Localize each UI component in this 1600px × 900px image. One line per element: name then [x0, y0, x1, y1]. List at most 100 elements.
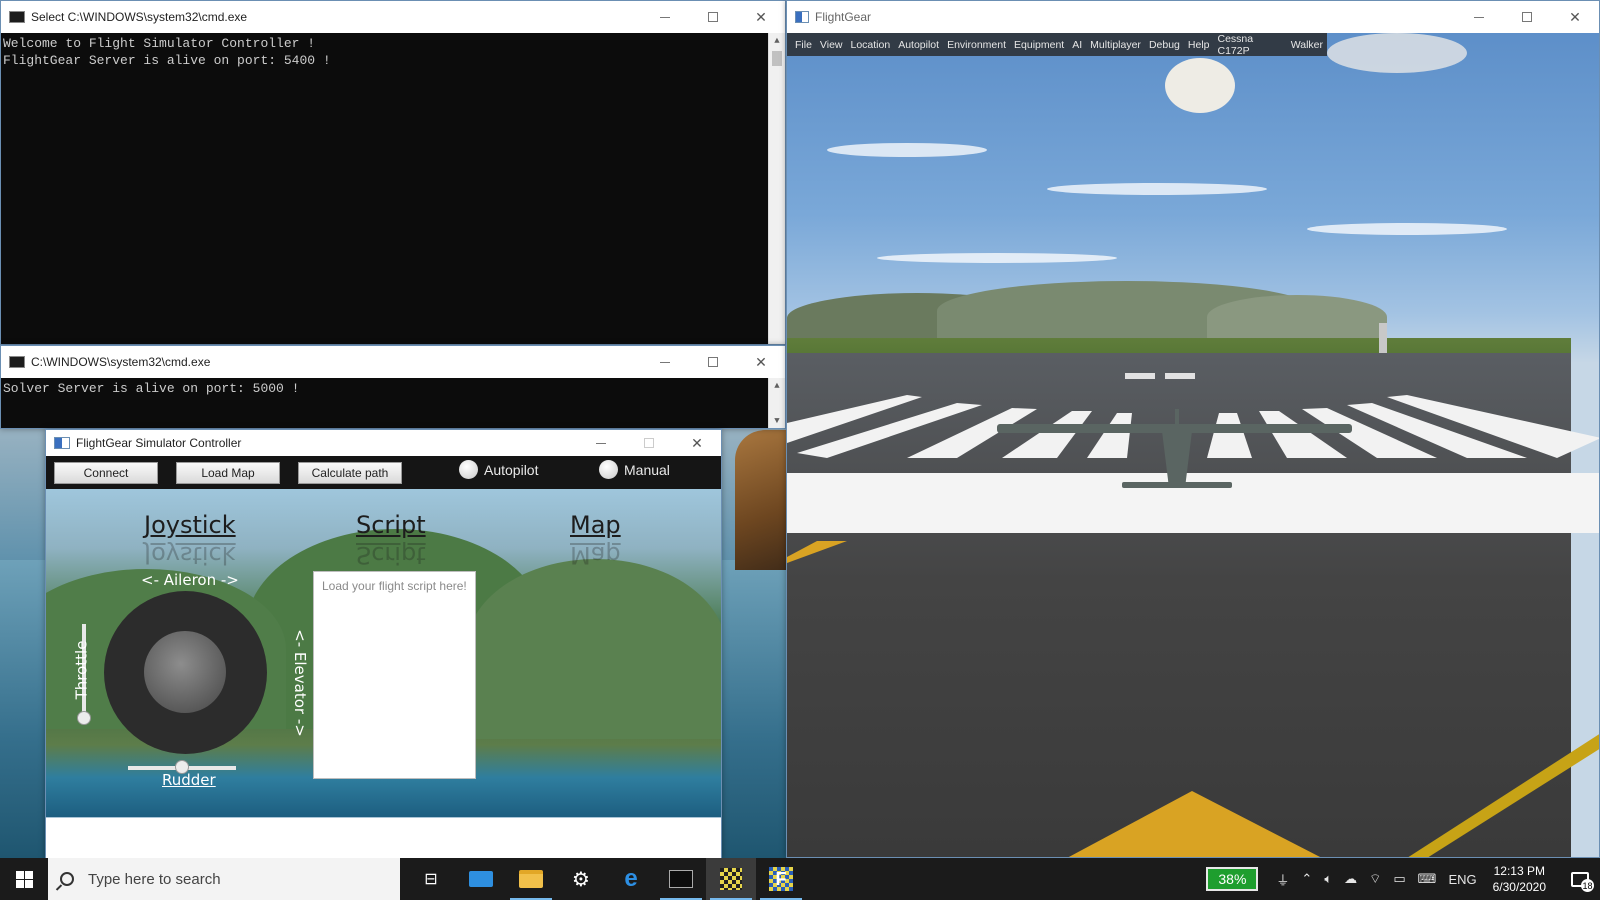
maximize-button[interactable]: [625, 430, 673, 456]
battery-icon[interactable]: ▭: [1393, 871, 1405, 887]
file-explorer-button[interactable]: [506, 858, 556, 900]
autopilot-radio[interactable]: Autopilot: [459, 460, 538, 479]
wifi-icon[interactable]: ⌔: [1369, 871, 1381, 887]
cmd1-console[interactable]: Welcome to Flight Simulator Controller !…: [1, 33, 785, 344]
console-line: Welcome to Flight Simulator Controller !: [3, 36, 316, 51]
task-view-button[interactable]: ⊟: [406, 858, 456, 900]
menu-multiplayer[interactable]: Multiplayer: [1090, 39, 1141, 51]
controller-titlebar[interactable]: FlightGear Simulator Controller ✕: [46, 430, 721, 456]
cmd2-title: C:\WINDOWS\system32\cmd.exe: [31, 355, 211, 369]
menu-view[interactable]: View: [820, 39, 843, 51]
flightgear-icon: [795, 11, 809, 23]
minimize-button[interactable]: [577, 430, 625, 456]
taskbar-search[interactable]: Type here to search: [48, 858, 400, 900]
flightgear-menubar: File View Location Autopilot Environment…: [787, 33, 1327, 57]
controller-app-button[interactable]: [706, 858, 756, 900]
mail-app-button[interactable]: [456, 858, 506, 900]
cmd-icon: [9, 356, 25, 368]
scroll-down-icon[interactable]: ▼: [769, 413, 785, 428]
mail-icon: [469, 871, 493, 887]
volume-icon[interactable]: 🔈︎: [1324, 871, 1332, 887]
controller-window[interactable]: FlightGear Simulator Controller ✕ Connec…: [45, 429, 722, 859]
joystick-heading: Joystick: [144, 511, 236, 539]
menu-location[interactable]: Location: [851, 39, 891, 51]
maximize-button[interactable]: [1503, 1, 1551, 33]
script-textarea[interactable]: Load your flight script here!: [313, 571, 476, 779]
cmd2-console[interactable]: Solver Server is alive on port: 5000 ! ▲…: [1, 378, 785, 428]
flightgear-app-button[interactable]: F: [756, 858, 806, 900]
menu-ai[interactable]: AI: [1072, 39, 1082, 51]
chevron-up-icon[interactable]: ⌃: [1301, 871, 1312, 887]
calculate-path-button[interactable]: Calculate path: [298, 461, 402, 484]
menu-environment[interactable]: Environment: [947, 39, 1006, 51]
throttle-slider-thumb[interactable]: [77, 711, 91, 725]
aileron-label: <- Aileron ->: [141, 571, 239, 589]
connect-button[interactable]: Connect: [54, 461, 158, 484]
scroll-up-icon[interactable]: ▲: [769, 378, 785, 395]
close-button[interactable]: ✕: [1551, 1, 1599, 33]
load-map-button[interactable]: Load Map: [176, 461, 280, 484]
command-prompt-button[interactable]: [656, 858, 706, 900]
cmd2-titlebar[interactable]: C:\WINDOWS\system32\cmd.exe ✕: [1, 346, 785, 378]
maximize-icon: [1522, 12, 1532, 22]
script-heading: Script: [356, 511, 426, 539]
settings-button[interactable]: ⚙: [556, 858, 606, 900]
maximize-button[interactable]: [689, 1, 737, 33]
runway-markings: [787, 373, 1599, 857]
minimize-button[interactable]: [641, 346, 689, 378]
menu-walker[interactable]: Walker: [1291, 39, 1323, 51]
cmd1-titlebar[interactable]: Select C:\WINDOWS\system32\cmd.exe ✕: [1, 1, 785, 33]
minimize-button[interactable]: [641, 1, 689, 33]
menu-help[interactable]: Help: [1188, 39, 1210, 51]
plug-icon[interactable]: ⏚: [1276, 870, 1289, 889]
autopilot-label: Autopilot: [484, 461, 539, 478]
flightgear-f-icon: F: [769, 867, 793, 891]
close-button[interactable]: ✕: [737, 1, 785, 33]
manual-radio[interactable]: Manual: [599, 460, 670, 479]
cmd-window-solver-server[interactable]: C:\WINDOWS\system32\cmd.exe ✕ Solver Ser…: [0, 345, 786, 429]
maximize-icon: [708, 12, 718, 22]
controller-title: FlightGear Simulator Controller: [76, 436, 242, 450]
close-button[interactable]: ✕: [737, 346, 785, 378]
clock[interactable]: 12:13 PM 6/30/2020: [1493, 863, 1546, 895]
flightgear-window[interactable]: FlightGear ✕ File View Location Autopilo…: [786, 0, 1600, 858]
menu-equipment[interactable]: Equipment: [1014, 39, 1064, 51]
cmd-window-flightgear-server[interactable]: Select C:\WINDOWS\system32\cmd.exe ✕ Wel…: [0, 0, 786, 345]
flightgear-3d-view[interactable]: File View Location Autopilot Environment…: [787, 33, 1599, 857]
action-center-button[interactable]: 18: [1560, 858, 1600, 900]
close-icon: ✕: [755, 353, 767, 370]
scroll-up-icon[interactable]: ▲: [769, 33, 785, 50]
language-indicator[interactable]: ENG: [1448, 872, 1476, 887]
folder-icon: [519, 870, 543, 888]
elevator-label: <- Elevator ->: [290, 629, 309, 737]
flightgear-titlebar[interactable]: FlightGear ✕: [787, 1, 1599, 33]
cmd1-title: Select C:\WINDOWS\system32\cmd.exe: [31, 10, 248, 24]
battery-indicator[interactable]: 38%: [1206, 867, 1259, 891]
search-placeholder: Type here to search: [88, 870, 221, 888]
controller-toolbar: Connect Load Map Calculate path Autopilo…: [46, 456, 721, 489]
close-icon: ✕: [755, 8, 767, 25]
controller-body: Joystick Joystick Script Script Map Map …: [46, 489, 721, 817]
close-button[interactable]: ✕: [673, 430, 721, 456]
maximize-button[interactable]: [689, 346, 737, 378]
scroll-thumb[interactable]: [772, 51, 782, 66]
keyboard-icon[interactable]: ⌨: [1418, 871, 1437, 887]
cloud-icon[interactable]: ☁: [1344, 871, 1357, 887]
system-tray: 38% ⏚ ⌃ 🔈︎ ☁ ⌔ ▭ ⌨ ENG 12:13 PM 6/30/202…: [1206, 858, 1600, 900]
cmd2-scrollbar[interactable]: ▲ ▼: [768, 378, 785, 428]
cmd1-scrollbar[interactable]: ▲: [768, 33, 785, 344]
joystick-knob[interactable]: [144, 631, 226, 713]
minimize-button[interactable]: [1455, 1, 1503, 33]
background-mountain: [466, 559, 721, 739]
edge-browser-button[interactable]: e: [606, 858, 656, 900]
cmd-icon: [9, 11, 25, 23]
radio-dot-icon: [459, 460, 478, 479]
start-button[interactable]: [0, 858, 48, 900]
menu-aircraft[interactable]: Cessna C172P: [1218, 33, 1283, 57]
maximize-icon: [708, 357, 718, 367]
menu-autopilot[interactable]: Autopilot: [898, 39, 939, 51]
close-icon: ✕: [1569, 8, 1581, 25]
menu-file[interactable]: File: [795, 39, 812, 51]
search-icon: [60, 872, 74, 886]
menu-debug[interactable]: Debug: [1149, 39, 1180, 51]
